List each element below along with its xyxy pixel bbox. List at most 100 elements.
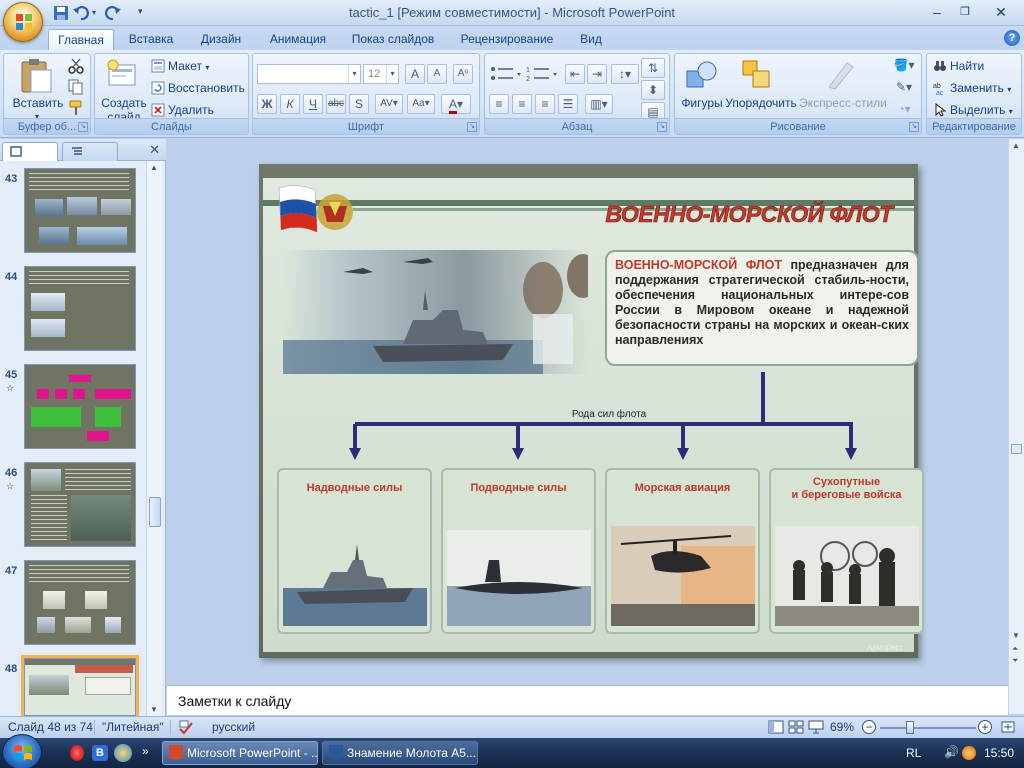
zoom-slider-track[interactable] <box>880 727 976 729</box>
shrink-font-icon[interactable]: A <box>427 64 447 84</box>
font-size-combo[interactable]: 12 ▾ <box>363 64 399 84</box>
copy-icon[interactable] <box>68 79 84 95</box>
shadow-icon[interactable]: S <box>349 94 369 114</box>
zoom-out-icon[interactable]: − <box>862 720 876 734</box>
spellcheck-icon[interactable] <box>178 719 194 735</box>
clear-formatting-icon[interactable]: Aᵒ <box>453 64 473 84</box>
slide-thumbnail-selected[interactable] <box>21 655 139 719</box>
notes-pane[interactable]: Заметки к слайду <box>167 685 1008 715</box>
shape-outline-icon[interactable]: ✎▾ <box>889 78 919 98</box>
character-spacing-icon[interactable]: AV▾ <box>375 94 403 114</box>
reset-button[interactable]: Восстановить <box>151 79 245 97</box>
next-slide-icon[interactable]: ⏷ <box>1012 656 1018 666</box>
align-text-icon[interactable]: ⬍ <box>641 80 665 100</box>
tab-review[interactable]: Рецензирование <box>452 29 562 50</box>
normal-view-icon[interactable] <box>768 720 784 734</box>
zoom-level[interactable]: 69% <box>830 720 854 734</box>
slide-thumbnail[interactable] <box>24 364 136 449</box>
tray-app-icon[interactable] <box>962 746 976 760</box>
scroll-up-icon[interactable]: ▲ <box>1012 141 1020 150</box>
quick-styles-icon[interactable] <box>823 59 857 91</box>
fit-to-window-icon[interactable] <box>1000 720 1016 734</box>
restore-button[interactable]: ❐ <box>952 2 978 22</box>
columns-icon[interactable]: ▥▾ <box>585 94 613 114</box>
paste-icon[interactable] <box>19 58 53 94</box>
zoom-slider-thumb[interactable] <box>906 721 914 734</box>
decrease-indent-icon[interactable]: ⇤ <box>565 64 585 84</box>
language[interactable]: русский <box>212 720 255 734</box>
clock[interactable]: 15:50 <box>984 746 1014 760</box>
scroll-down-icon[interactable]: ▼ <box>1012 631 1020 640</box>
align-center-icon[interactable]: ≡ <box>512 94 532 114</box>
tab-slideshow[interactable]: Показ слайдов <box>346 29 440 50</box>
select-button[interactable]: Выделить ▾ <box>933 101 1013 119</box>
cut-icon[interactable] <box>68 58 84 74</box>
vk-icon[interactable]: B <box>92 745 108 761</box>
keyboard-layout[interactable]: RL <box>906 746 921 760</box>
bold-icon[interactable]: Ж <box>257 94 277 114</box>
shapes-icon[interactable] <box>685 59 719 91</box>
slide-thumbnail[interactable] <box>24 266 136 351</box>
find-button[interactable]: Найти <box>933 57 984 75</box>
new-slide-icon[interactable] <box>107 59 139 89</box>
minimize-button[interactable]: – <box>924 2 950 22</box>
slide-vertical-scrollbar[interactable]: ▲ ▼ ⏶ ⏷ <box>1008 139 1024 714</box>
tab-design[interactable]: Дизайн <box>192 29 250 50</box>
justify-icon[interactable]: ☰ <box>558 94 578 114</box>
slide-thumbnail[interactable] <box>24 560 136 645</box>
drawing-launcher-icon[interactable]: ↘ <box>909 122 919 132</box>
align-right-icon[interactable]: ≡ <box>535 94 555 114</box>
arrange-icon[interactable] <box>741 59 773 91</box>
delete-slide-button[interactable]: Удалить <box>151 101 214 119</box>
font-color-icon[interactable]: A▾ <box>441 94 471 114</box>
shape-fill-icon[interactable]: 🪣▾ <box>889 56 919 76</box>
replace-button[interactable]: ab ac Заменить ▾ <box>933 79 1011 97</box>
line-spacing-icon[interactable]: ↕▾ <box>611 64 639 84</box>
taskbar-document[interactable]: Знамение Молота А5... <box>322 741 478 765</box>
text-direction-icon[interactable]: ⇅ <box>641 58 665 78</box>
tab-home[interactable]: Главная <box>48 29 114 50</box>
slide[interactable]: ВОЕННО-МОРСКОЙ ФЛОТ ВОЕННО-МОРСКОЙ ФЛОТ … <box>259 164 924 658</box>
bullets-icon[interactable] <box>489 64 525 84</box>
increase-indent-icon[interactable]: ⇥ <box>587 64 607 84</box>
layout-button[interactable]: Макет ▾ <box>151 57 209 75</box>
taskbar-powerpoint[interactable]: Microsoft PowerPoint - ... <box>162 741 318 765</box>
strikethrough-icon[interactable]: abc <box>326 94 346 114</box>
start-button[interactable] <box>2 734 42 768</box>
paste-button[interactable]: Вставить <box>6 96 70 110</box>
tab-insert[interactable]: Вставка <box>122 29 180 50</box>
paragraph-launcher-icon[interactable]: ↘ <box>657 122 667 132</box>
arrange-button[interactable]: Упорядочить <box>723 96 799 110</box>
numbering-icon[interactable]: 12 <box>525 64 561 84</box>
font-name-combo[interactable]: ▾ <box>257 64 361 84</box>
slide-thumbnail[interactable] <box>24 462 136 547</box>
previous-slide-icon[interactable]: ⏶ <box>1012 644 1018 654</box>
tab-animation[interactable]: Анимация <box>262 29 334 50</box>
scroll-down-icon[interactable]: ▼ <box>150 705 158 714</box>
scroll-up-icon[interactable]: ▲ <box>150 163 158 172</box>
change-case-icon[interactable]: Aa▾ <box>407 94 435 114</box>
volume-icon[interactable]: 🔊 <box>944 745 959 759</box>
font-launcher-icon[interactable]: ↘ <box>467 122 477 132</box>
slide-sorter-icon[interactable] <box>788 720 804 734</box>
help-icon[interactable]: ? <box>1004 30 1020 46</box>
quick-styles-button[interactable]: Экспресс-стили <box>797 96 889 110</box>
new-slide-button-line1[interactable]: Создать <box>97 96 151 110</box>
tab-view[interactable]: Вид <box>572 29 610 50</box>
shape-effects-icon[interactable]: ◔▾ <box>889 100 919 120</box>
panel-scrollbar[interactable]: ▲ ▼ <box>146 161 162 716</box>
slideshow-view-icon[interactable] <box>808 720 824 734</box>
panel-scroll-thumb[interactable] <box>149 497 161 527</box>
browser-icon[interactable] <box>114 744 132 762</box>
panel-close-icon[interactable]: ✕ <box>149 142 160 158</box>
zoom-in-icon[interactable]: + <box>978 720 992 734</box>
underline-icon[interactable]: Ч <box>303 94 323 114</box>
outline-tab[interactable] <box>62 142 118 161</box>
office-button[interactable] <box>3 2 43 42</box>
italic-icon[interactable]: К <box>280 94 300 114</box>
quicklaunch-more-icon[interactable]: » <box>142 744 149 758</box>
format-painter-icon[interactable] <box>68 100 84 116</box>
opera-icon[interactable] <box>70 745 84 761</box>
shapes-button[interactable]: Фигуры <box>677 96 727 110</box>
grow-font-icon[interactable]: A <box>405 64 425 84</box>
